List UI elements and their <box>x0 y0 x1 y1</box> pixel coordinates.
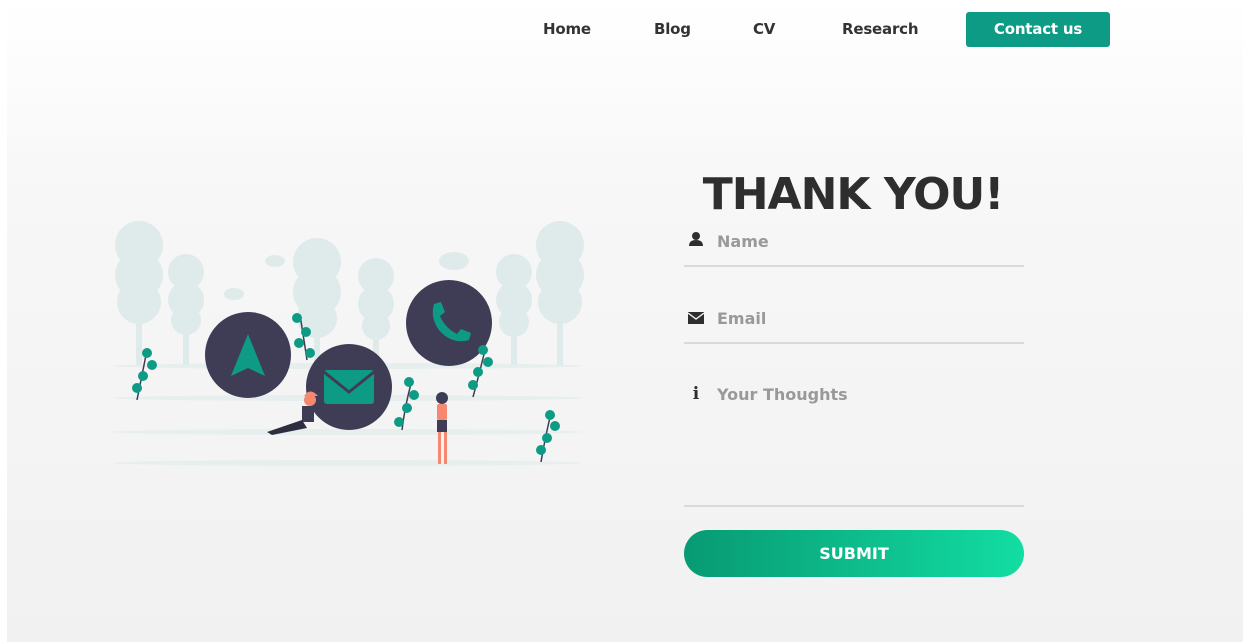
nav-link-research[interactable]: Research <box>842 20 919 38</box>
thoughts-textarea[interactable] <box>717 385 1017 495</box>
contact-illustration <box>112 221 584 466</box>
contact-us-button[interactable]: Contact us <box>966 12 1110 47</box>
user-icon <box>689 232 703 246</box>
thoughts-field: i <box>684 378 1024 507</box>
email-field <box>684 301 1024 344</box>
nav-link-cv[interactable]: CV <box>753 20 775 38</box>
mail-icon <box>323 370 375 404</box>
person-standing <box>436 392 448 464</box>
envelope-icon <box>688 312 704 324</box>
nav-link-blog[interactable]: Blog <box>654 20 691 38</box>
email-input[interactable] <box>717 308 1017 328</box>
submit-button[interactable]: SUBMIT <box>684 530 1024 577</box>
nav-link-home[interactable]: Home <box>543 20 591 38</box>
page-title: THANK YOU! <box>702 169 1005 221</box>
name-input[interactable] <box>717 231 1017 251</box>
name-field <box>684 224 1024 267</box>
info-icon: i <box>692 384 700 404</box>
top-nav: Home Blog CV Research Contact us <box>7 12 1243 48</box>
page-background: Home Blog CV Research Contact us THANK Y… <box>7 0 1243 642</box>
